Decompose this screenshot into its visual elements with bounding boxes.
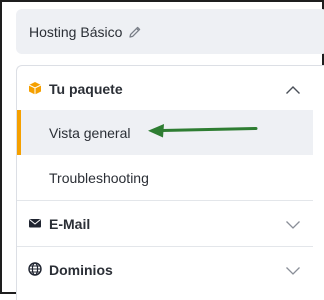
- box-icon: [28, 81, 42, 95]
- menu-section-email-label: E-Mail: [49, 215, 91, 232]
- sidebar-menu: Tu paquete Vista general Troubleshooting…: [16, 65, 324, 300]
- submenu-item-troubleshooting-label: Troubleshooting: [49, 169, 149, 186]
- menu-section-domains[interactable]: Dominios: [17, 247, 313, 292]
- submenu-item-overview-label: Vista general: [49, 124, 131, 141]
- submenu-item-troubleshooting[interactable]: Troubleshooting: [17, 155, 313, 200]
- window-frame: Hosting Básico Tu paquete Vista general …: [0, 0, 324, 300]
- chevron-up-icon[interactable]: [285, 82, 301, 94]
- chevron-down-icon[interactable]: [285, 217, 301, 229]
- hosting-plan-card[interactable]: Hosting Básico: [16, 9, 324, 54]
- hosting-plan-title: Hosting Básico: [29, 23, 123, 40]
- menu-section-domains-label: Dominios: [49, 261, 113, 278]
- pencil-icon[interactable]: [128, 25, 142, 39]
- annotation-arrow-icon: [148, 124, 258, 138]
- menu-section-email[interactable]: E-Mail: [17, 201, 313, 246]
- menu-section-package[interactable]: Tu paquete: [17, 66, 313, 111]
- globe-icon: [28, 262, 42, 276]
- envelope-icon: [28, 216, 42, 230]
- chevron-down-icon[interactable]: [285, 263, 301, 275]
- menu-section-package-label: Tu paquete: [49, 80, 123, 97]
